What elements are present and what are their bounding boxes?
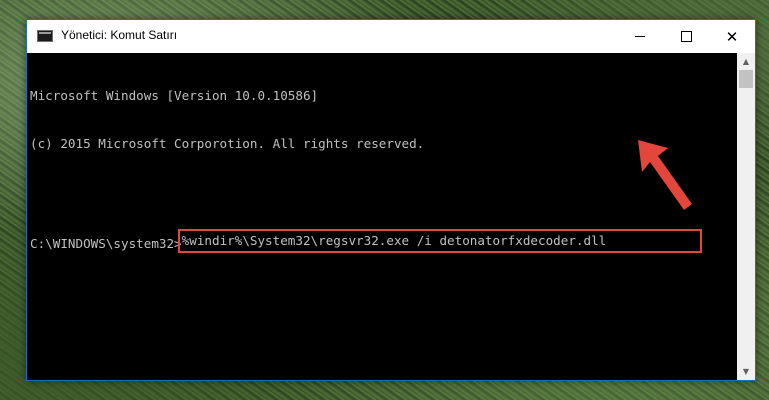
command-prompt: C:\WINDOWS\system32> — [30, 236, 182, 251]
console-app-icon — [37, 30, 53, 42]
window-title: Yönetici: Komut Satırı — [61, 28, 178, 42]
close-button[interactable]: ✕ — [709, 20, 755, 53]
maximize-button[interactable] — [663, 20, 709, 53]
scroll-up-button[interactable]: ▲ — [737, 53, 755, 70]
red-pointer-arrow — [638, 140, 692, 210]
scroll-thumb[interactable] — [739, 70, 753, 88]
command-line[interactable]: C:\WINDOWS\system32>%windir%\System32\re… — [30, 229, 737, 253]
console-line: Microsoft Windows [Version 10.0.10586] — [30, 88, 319, 103]
minimize-button[interactable] — [617, 20, 663, 53]
title-bar[interactable]: Yönetici: Komut Satırı ✕ — [27, 20, 755, 53]
scroll-down-button[interactable]: ▼ — [737, 363, 755, 380]
scroll-down-icon: ▼ — [742, 367, 750, 376]
scroll-up-icon: ▲ — [742, 57, 750, 66]
minimize-icon — [635, 36, 645, 37]
close-icon: ✕ — [725, 27, 739, 46]
vertical-scrollbar[interactable]: ▲ ▼ — [737, 53, 755, 380]
command-text[interactable]: %windir%\System32\regsvr32.exe /i detona… — [182, 233, 607, 248]
highlighted-command-box[interactable]: %windir%\System32\regsvr32.exe /i detona… — [177, 229, 703, 253]
maximize-icon — [680, 31, 692, 42]
console-output[interactable]: Microsoft Windows [Version 10.0.10586] (… — [27, 53, 737, 380]
